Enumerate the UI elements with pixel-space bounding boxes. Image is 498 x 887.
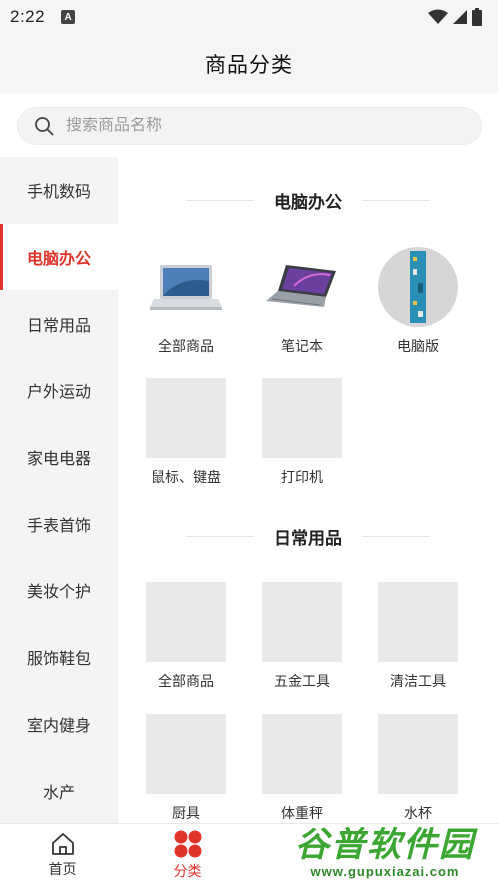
category-tile[interactable]: 打印机: [252, 378, 352, 487]
placeholder-image: [262, 714, 342, 794]
sidebar-item-beauty[interactable]: 美妆个护: [0, 557, 118, 624]
category-sidebar: 手机数码 电脑办公 日常用品 户外运动 家电电器 手表首饰 美妆个护 服饰鞋包 …: [0, 157, 118, 823]
sidebar-item-watches[interactable]: 手表首饰: [0, 490, 118, 557]
divider-line: [186, 199, 254, 201]
status-time: 2:22: [10, 7, 46, 26]
sidebar-item-seafood[interactable]: 水产: [0, 757, 118, 824]
sidebar-item-label: 家电电器: [26, 451, 91, 469]
category-tile[interactable]: 体重秤: [252, 714, 352, 823]
category-label: 鼠标、键盘: [151, 469, 221, 485]
placeholder-image: [262, 378, 342, 458]
tab-home[interactable]: 首页: [0, 824, 125, 887]
sidebar-item-label: 服饰鞋包: [26, 651, 91, 669]
category-label: 清洁工具: [390, 673, 446, 689]
watermark-url: www.gupuxiazai.com: [310, 863, 460, 879]
search-area: [0, 94, 498, 156]
section-header: 日常用品: [118, 521, 498, 551]
section-header: 电脑办公: [118, 185, 498, 215]
sidebar-item-apparel[interactable]: 服饰鞋包: [0, 624, 118, 691]
placeholder-image: [262, 582, 342, 662]
category-label: 笔记本: [281, 338, 323, 354]
status-indicators: [428, 8, 482, 26]
sidebar-item-appliances[interactable]: 家电电器: [0, 424, 118, 491]
battery-icon: [472, 8, 482, 26]
notification-a-icon: A: [61, 10, 76, 24]
divider-line: [186, 535, 254, 537]
laptop-silver-image: [146, 247, 226, 327]
category-tile[interactable]: 鼠标、键盘: [136, 378, 236, 487]
category-label: 全部商品: [158, 673, 214, 689]
category-tile[interactable]: 笔记本: [252, 247, 352, 356]
sidebar-item-label: 室内健身: [26, 717, 91, 735]
placeholder-image: [146, 714, 226, 794]
category-tile[interactable]: 全部商品: [136, 582, 236, 691]
wifi-icon: [428, 9, 448, 24]
sidebar-item-outdoor[interactable]: 户外运动: [0, 357, 118, 424]
circuit-board-image: [378, 247, 458, 327]
tab-category[interactable]: 分类: [125, 824, 250, 887]
category-tile[interactable]: 五金工具: [252, 582, 352, 691]
search-input[interactable]: [66, 117, 446, 135]
search-box[interactable]: [17, 107, 482, 145]
category-tile[interactable]: 全部商品: [136, 247, 236, 356]
sidebar-item-label: 美妆个护: [26, 584, 91, 602]
home-icon: [51, 833, 74, 855]
watermark-logo: 谷普软件园 www.gupuxiazai.com: [272, 808, 498, 887]
section-title: 日常用品: [274, 528, 342, 548]
sidebar-item-fitness[interactable]: 室内健身: [0, 691, 118, 758]
divider-line: [362, 199, 430, 201]
status-bar: 2:22 A: [0, 0, 498, 34]
category-label: 全部商品: [158, 338, 214, 354]
tab-label: 首页: [48, 861, 77, 877]
category-tile[interactable]: 电脑版: [368, 247, 468, 356]
placeholder-image: [378, 582, 458, 662]
placeholder-image: [378, 714, 458, 794]
category-label: 厨具: [172, 805, 200, 821]
divider-line: [362, 535, 430, 537]
category-label: 电脑版: [397, 338, 439, 354]
sidebar-item-daily-goods[interactable]: 日常用品: [0, 290, 118, 357]
section-title: 电脑办公: [274, 192, 342, 212]
category-label: 五金工具: [274, 673, 330, 689]
tab-label: 分类: [173, 863, 202, 879]
signal-icon: [453, 10, 467, 24]
sidebar-item-phones[interactable]: 手机数码: [0, 157, 118, 224]
page-title: 商品分类: [205, 54, 293, 77]
laptop-purple-image: [262, 247, 342, 327]
sidebar-item-label: 户外运动: [26, 384, 91, 402]
search-icon: [35, 117, 54, 136]
sidebar-item-computers[interactable]: 电脑办公: [0, 223, 118, 291]
category-tile[interactable]: 清洁工具: [368, 582, 468, 691]
placeholder-image: [146, 582, 226, 662]
sidebar-item-label: 手机数码: [26, 184, 91, 202]
category-tile[interactable]: 厨具: [136, 714, 236, 823]
sidebar-item-label: 电脑办公: [26, 251, 91, 269]
category-icon: [174, 830, 201, 858]
placeholder-image: [146, 378, 226, 458]
sidebar-item-label: 日常用品: [26, 317, 91, 335]
category-content: 电脑办公 全部商品 笔记本 电脑版 鼠标、键盘 打印机 日常用品 全部商品 五金…: [118, 157, 498, 823]
sidebar-item-label: 手表首饰: [26, 517, 91, 535]
title-bar: 商品分类: [0, 34, 498, 94]
category-tile[interactable]: 水杯: [368, 714, 468, 823]
watermark-text: 谷普软件园: [295, 825, 475, 864]
category-label: 打印机: [281, 469, 323, 485]
sidebar-item-label: 水产: [42, 784, 75, 802]
